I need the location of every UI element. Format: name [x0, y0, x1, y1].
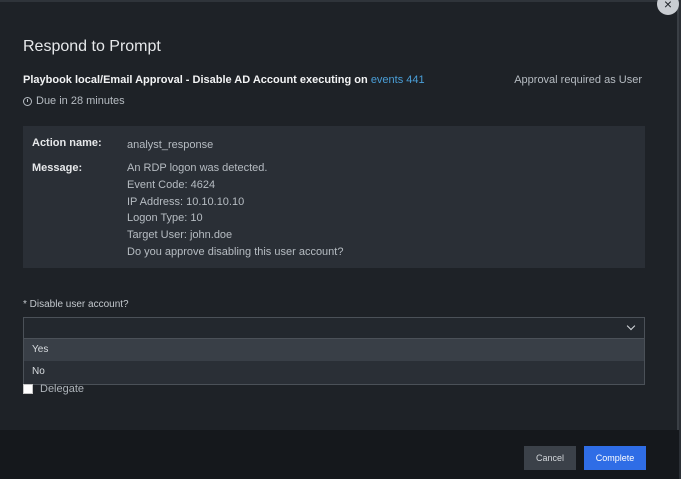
delegate-toggle[interactable]: Delegate [23, 383, 84, 395]
message-line: Event Code: 4624 [127, 178, 216, 191]
disable-account-select[interactable] [23, 317, 645, 339]
clock-icon [23, 96, 32, 106]
complete-button[interactable]: Complete [584, 446, 646, 470]
respond-to-prompt-dialog: × Respond to Prompt Playbook local/Email… [0, 0, 679, 479]
cancel-button[interactable]: Cancel [524, 446, 576, 470]
delegate-label: Delegate [40, 383, 85, 395]
prompt-details-box: Action name: analyst_response Message: A… [23, 126, 645, 268]
close-icon[interactable]: × [657, 0, 679, 15]
dialog-footer: Cancel Complete [0, 430, 679, 479]
action-name-label: Action name: [32, 137, 102, 149]
disable-account-question-label: * Disable user account? [23, 299, 129, 310]
dialog-top-border [0, 0, 679, 2]
delegate-checkbox[interactable] [23, 384, 33, 394]
playbook-text: Playbook local/Email Approval - Disable … [23, 74, 368, 86]
option-no[interactable]: No [24, 361, 644, 383]
dropdown-menu: Yes No [23, 339, 645, 385]
due-text: Due in 28 minutes [36, 95, 125, 107]
message-line: Target User: john.doe [127, 229, 233, 242]
message-line: An RDP logon was detected. [127, 162, 268, 174]
event-link[interactable]: events 441 [371, 74, 425, 86]
option-yes[interactable]: Yes [24, 339, 644, 361]
message-line: Logon Type: 10 [127, 212, 203, 225]
approval-requirement: Approval required as User [514, 74, 642, 86]
chevron-down-icon[interactable] [626, 321, 636, 331]
message-value: An RDP logon was detected. Event Code: 4… [127, 160, 343, 261]
due-time: Due in 28 minutes [23, 95, 125, 107]
action-name-value: analyst_response [127, 139, 214, 151]
playbook-line: Playbook local/Email Approval - Disable … [23, 74, 425, 86]
message-label: Message: [32, 162, 83, 174]
message-line: IP Address: 10.10.10.10 [127, 195, 245, 208]
message-line: Do you approve disabling this user accou… [127, 245, 344, 258]
dialog-title: Respond to Prompt [23, 38, 161, 55]
